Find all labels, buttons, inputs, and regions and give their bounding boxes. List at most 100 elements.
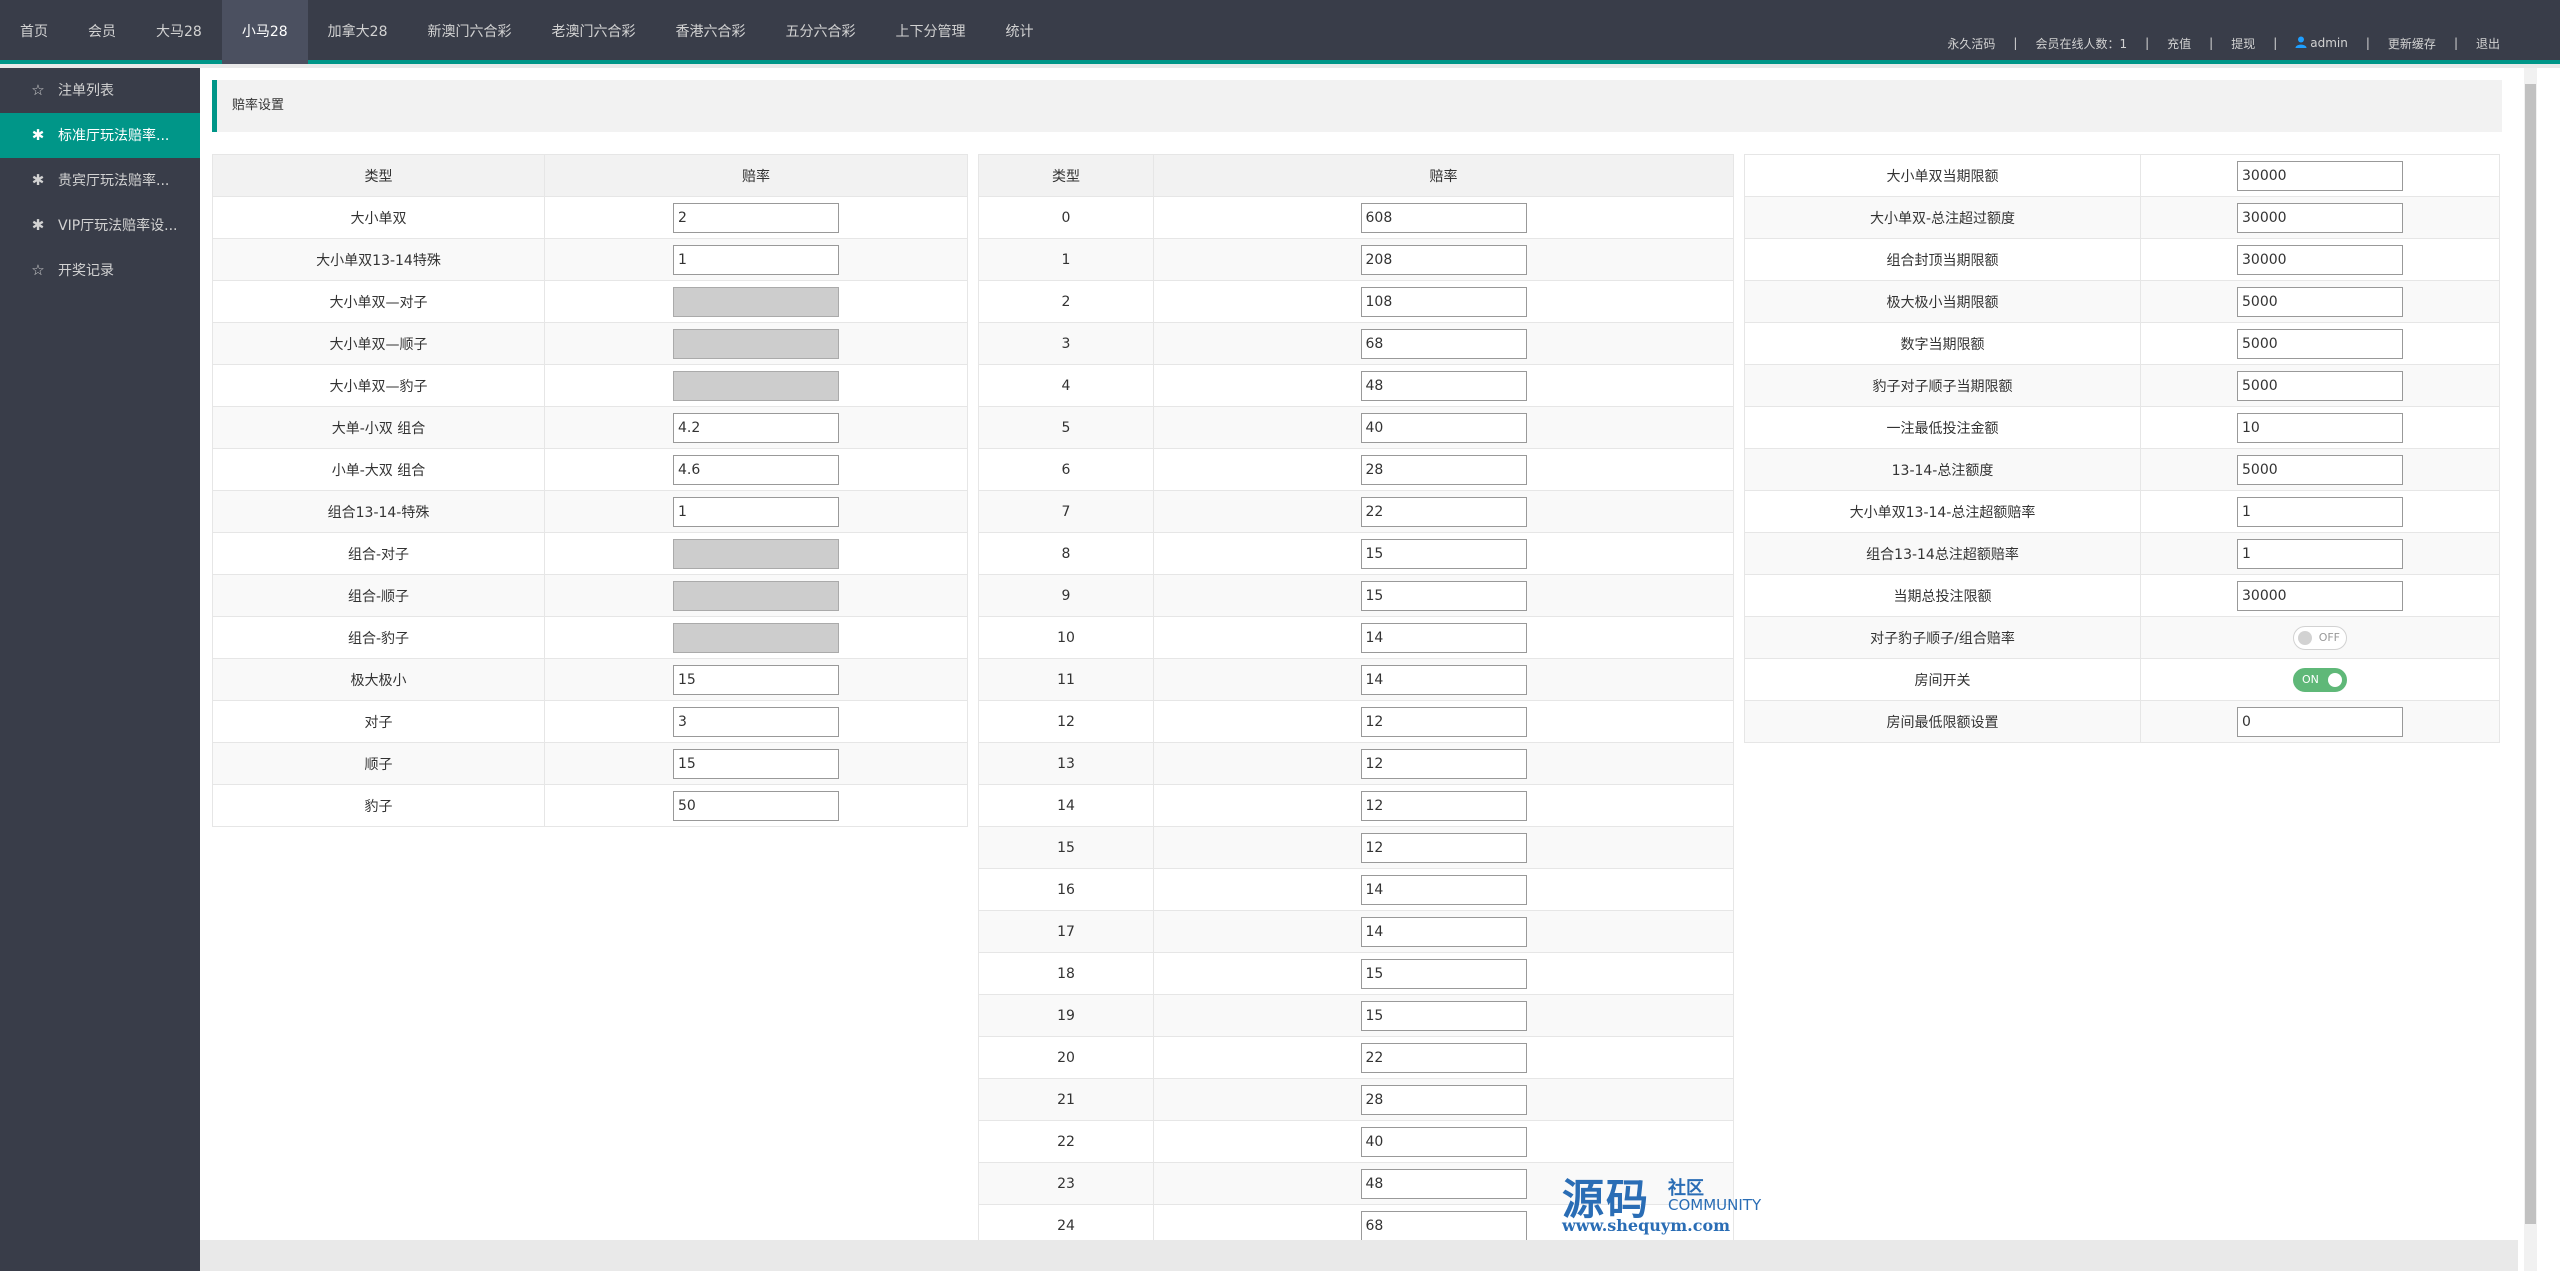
odds-input bbox=[673, 580, 839, 611]
odds-input[interactable] bbox=[1360, 706, 1527, 737]
col-header-type: 类型 bbox=[978, 154, 1154, 197]
setting-input[interactable] bbox=[2237, 538, 2403, 569]
odds-input[interactable] bbox=[673, 748, 839, 779]
odds-input[interactable] bbox=[1360, 664, 1527, 695]
nav-item[interactable]: 加拿大28 bbox=[308, 0, 408, 64]
table-row: 21 bbox=[978, 1078, 1734, 1121]
setting-input[interactable] bbox=[2237, 286, 2403, 317]
odds-cell bbox=[1153, 406, 1734, 449]
odds-cell bbox=[1153, 994, 1734, 1037]
scrollbar-thumb[interactable] bbox=[2525, 84, 2536, 1224]
setting-input[interactable] bbox=[2237, 244, 2403, 275]
odds-type-label: 组合-对子 bbox=[212, 532, 545, 575]
number-label: 12 bbox=[978, 700, 1154, 743]
odds-input[interactable] bbox=[1360, 1210, 1527, 1241]
setting-input[interactable] bbox=[2237, 370, 2403, 401]
nav-item[interactable]: 会员 bbox=[68, 0, 136, 64]
separator: | bbox=[2013, 36, 2018, 50]
odds-input[interactable] bbox=[673, 202, 839, 233]
odds-input[interactable] bbox=[673, 496, 839, 527]
page-scrollbar[interactable] bbox=[2518, 68, 2560, 1271]
table-row: 组合-对子 bbox=[212, 532, 968, 575]
nav-item[interactable]: 统计 bbox=[985, 0, 1053, 64]
setting-input[interactable] bbox=[2237, 202, 2403, 233]
odds-cell bbox=[544, 784, 968, 827]
odds-input[interactable] bbox=[673, 664, 839, 695]
nav-item[interactable]: 小马28 bbox=[221, 0, 308, 64]
odds-input[interactable] bbox=[673, 790, 839, 821]
odds-input[interactable] bbox=[673, 244, 839, 275]
odds-input[interactable] bbox=[1360, 412, 1527, 443]
odds-input[interactable] bbox=[1360, 454, 1527, 485]
recharge-link[interactable]: 充值 bbox=[2167, 35, 2191, 52]
number-label: 2 bbox=[978, 280, 1154, 323]
odds-input[interactable] bbox=[1360, 1084, 1527, 1115]
number-label: 17 bbox=[978, 910, 1154, 953]
setting-input[interactable] bbox=[2237, 496, 2403, 527]
setting-input[interactable] bbox=[2237, 412, 2403, 443]
odds-cell bbox=[1153, 322, 1734, 365]
setting-input[interactable] bbox=[2237, 580, 2403, 611]
odds-input[interactable] bbox=[1360, 496, 1527, 527]
toggle-switch-off[interactable]: OFF bbox=[2293, 625, 2347, 650]
odds-type-label: 极大极小 bbox=[212, 658, 545, 701]
toggle-switch-on[interactable]: ON bbox=[2293, 667, 2347, 692]
odds-input[interactable] bbox=[1360, 916, 1527, 947]
nav-item[interactable]: 五分六合彩 bbox=[765, 0, 875, 64]
sidebar-item[interactable]: ✱ VIP厅玩法赔率设... bbox=[0, 203, 200, 248]
setting-label: 极大极小当期限额 bbox=[1744, 280, 2141, 323]
withdraw-link[interactable]: 提现 bbox=[2231, 35, 2255, 52]
sidebar-item[interactable]: ✱ 贵宾厅玩法赔率... bbox=[0, 158, 200, 203]
nav-item[interactable]: 上下分管理 bbox=[875, 0, 985, 64]
admin-username: admin bbox=[2310, 36, 2348, 50]
odds-input[interactable] bbox=[1360, 832, 1527, 863]
table-row: 房间开关 ON bbox=[1744, 658, 2500, 701]
admin-user-link[interactable]: admin bbox=[2295, 36, 2348, 50]
nav-item[interactable]: 香港六合彩 bbox=[655, 0, 765, 64]
setting-input[interactable] bbox=[2237, 454, 2403, 485]
odds-input[interactable] bbox=[1360, 286, 1527, 317]
toggle-state-label: OFF bbox=[2318, 630, 2340, 644]
odds-cell bbox=[1153, 532, 1734, 575]
setting-input[interactable] bbox=[2237, 160, 2403, 191]
odds-input[interactable] bbox=[1360, 328, 1527, 359]
toggle-knob bbox=[2298, 630, 2312, 645]
odds-input[interactable] bbox=[1360, 538, 1527, 569]
sidebar-item[interactable]: ☆ 注单列表 bbox=[0, 68, 200, 113]
setting-input[interactable] bbox=[2237, 328, 2403, 359]
sidebar-item[interactable]: ✱ 标准厅玩法赔率... bbox=[0, 113, 200, 158]
odds-input[interactable] bbox=[673, 454, 839, 485]
refresh-cache-link[interactable]: 更新缓存 bbox=[2388, 35, 2436, 52]
section-title: 赔率设置 bbox=[212, 80, 2502, 132]
odds-input[interactable] bbox=[1360, 370, 1527, 401]
odds-input[interactable] bbox=[1360, 874, 1527, 905]
nav-item[interactable]: 首页 bbox=[0, 0, 68, 64]
nav-item[interactable]: 新澳门六合彩 bbox=[407, 0, 531, 64]
odds-input[interactable] bbox=[673, 706, 839, 737]
odds-input[interactable] bbox=[1360, 580, 1527, 611]
nav-item[interactable]: 老澳门六合彩 bbox=[531, 0, 655, 64]
number-label: 3 bbox=[978, 322, 1154, 365]
odds-input[interactable] bbox=[1360, 748, 1527, 779]
odds-type-label: 组合-顺子 bbox=[212, 574, 545, 617]
odds-input[interactable] bbox=[1360, 1042, 1527, 1073]
odds-type-label: 大小单双—顺子 bbox=[212, 322, 545, 365]
odds-input[interactable] bbox=[1360, 244, 1527, 275]
nav-item[interactable]: 大马28 bbox=[136, 0, 222, 64]
odds-input[interactable] bbox=[1360, 790, 1527, 821]
sidebar-item[interactable]: ☆ 开奖记录 bbox=[0, 248, 200, 293]
setting-label: 大小单双当期限额 bbox=[1744, 154, 2141, 197]
gear-icon: ✱ bbox=[31, 126, 45, 144]
odds-cell bbox=[1153, 280, 1734, 323]
odds-input[interactable] bbox=[1360, 1000, 1527, 1031]
odds-cell bbox=[1153, 784, 1734, 827]
odds-input[interactable] bbox=[1360, 202, 1527, 233]
odds-input[interactable] bbox=[1360, 958, 1527, 989]
odds-input[interactable] bbox=[1360, 1168, 1527, 1199]
odds-input[interactable] bbox=[1360, 622, 1527, 653]
odds-input[interactable] bbox=[1360, 1126, 1527, 1157]
setting-input[interactable] bbox=[2237, 706, 2403, 737]
logout-link[interactable]: 退出 bbox=[2476, 35, 2500, 52]
odds-input[interactable] bbox=[673, 412, 839, 443]
table-row: 大小单双当期限额 bbox=[1744, 154, 2500, 197]
